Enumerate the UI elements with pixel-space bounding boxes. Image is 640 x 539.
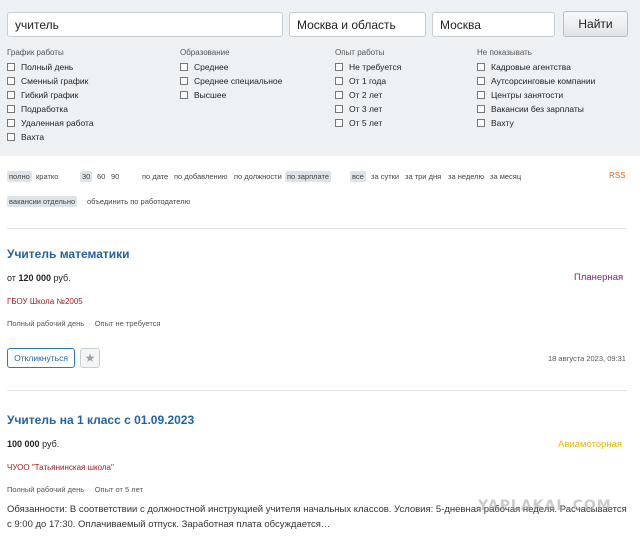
filter-checkbox[interactable]: Вахта xyxy=(7,130,94,144)
vacancy-meta: Полный рабочий день · Опыт не требуется xyxy=(7,319,161,328)
watermark: YAPLAKAL.COM xyxy=(478,498,612,514)
sort-by-date[interactable]: по дате xyxy=(140,171,170,182)
vacancy-date: 18 августа 2023, 09:31 xyxy=(548,354,626,363)
checkbox-icon[interactable] xyxy=(477,119,485,127)
filter-checkbox[interactable]: Среднее xyxy=(180,60,282,74)
checkbox-icon[interactable] xyxy=(477,91,485,99)
filter-checkbox[interactable]: Вакансии без зарплаты xyxy=(477,102,595,116)
period-day[interactable]: за сутки xyxy=(369,171,401,182)
filter-title: Опыт работы xyxy=(335,48,385,57)
sort-by-position[interactable]: по должности xyxy=(232,171,284,182)
vacancy-meta: Полный рабочий день · Опыт от 5 лет xyxy=(7,485,144,494)
checkbox-icon[interactable] xyxy=(7,105,15,113)
option-per-page-60[interactable]: 60 xyxy=(95,171,107,182)
group-separate[interactable]: вакансии отдельно xyxy=(7,196,78,207)
checkbox-icon[interactable] xyxy=(477,77,485,85)
option-full[interactable]: полно xyxy=(7,171,32,182)
checkbox-icon[interactable] xyxy=(180,91,188,99)
filter-checkbox[interactable]: От 3 лет xyxy=(335,102,401,116)
filter-checkbox[interactable]: Среднее специальное xyxy=(180,74,282,88)
checkbox-icon[interactable] xyxy=(335,105,343,113)
filter-checkbox[interactable]: Сменный график xyxy=(7,74,94,88)
filter-checkbox[interactable]: Гибкий график xyxy=(7,88,94,102)
filter-checkbox[interactable]: Вахту xyxy=(477,116,595,130)
vacancy-title-link[interactable]: Учитель на 1 класс с 01.09.2023 xyxy=(7,413,194,427)
checkbox-icon[interactable] xyxy=(7,91,15,99)
filter-title: График работы xyxy=(7,48,64,57)
checkbox-icon[interactable] xyxy=(7,119,15,127)
filter-checkbox[interactable]: Не требуется xyxy=(335,60,401,74)
checkbox-icon[interactable] xyxy=(335,91,343,99)
vacancy-salary: 100 000 руб. xyxy=(7,439,60,449)
filter-checkbox[interactable]: Аутсорсинговые компании xyxy=(477,74,595,88)
divider xyxy=(7,228,627,229)
filter-checkbox[interactable]: Кадровые агентства xyxy=(477,60,595,74)
checkbox-icon[interactable] xyxy=(335,63,343,71)
period-month[interactable]: за месяц xyxy=(488,171,523,182)
option-per-page-90[interactable]: 90 xyxy=(109,171,121,182)
region-input[interactable] xyxy=(289,12,426,37)
filter-group-schedule: График работы Полный день Сменный график… xyxy=(7,48,94,144)
filter-checkbox[interactable]: Удаленная работа xyxy=(7,116,94,130)
star-icon: ★ xyxy=(84,351,96,365)
filter-group-hide: Не показывать Кадровые агентства Аутсорс… xyxy=(477,48,595,130)
checkbox-icon[interactable] xyxy=(180,63,188,71)
grouping-options: вакансии отдельно объединить по работода… xyxy=(7,196,307,207)
divider xyxy=(7,390,627,391)
group-by-employer[interactable]: объединить по работодателю xyxy=(85,196,192,207)
filter-checkbox[interactable]: От 5 лет xyxy=(335,116,401,130)
sort-by-added[interactable]: по добавлению xyxy=(172,171,229,182)
find-button[interactable]: Найти xyxy=(563,11,628,37)
filter-checkbox[interactable]: Центры занятости xyxy=(477,88,595,102)
metro-station: Планерная xyxy=(574,272,624,283)
checkbox-icon[interactable] xyxy=(335,77,343,85)
filter-group-experience: Опыт работы Не требуется От 1 года От 2 … xyxy=(335,48,401,130)
checkbox-icon[interactable] xyxy=(7,77,15,85)
sort-by-salary[interactable]: по зарплате xyxy=(285,171,332,182)
period-three-days[interactable]: за три дня xyxy=(403,171,443,182)
period-week[interactable]: за неделю xyxy=(446,171,486,182)
checkbox-icon[interactable] xyxy=(477,105,485,113)
period-all[interactable]: все xyxy=(350,171,366,182)
checkbox-icon[interactable] xyxy=(7,133,15,141)
favorite-button[interactable]: ★ xyxy=(80,348,100,368)
filter-group-education: Образование Среднее Среднее специальное … xyxy=(180,48,282,102)
metro-station: Авиамоторная xyxy=(558,439,623,450)
view-options: полно кратко 30 60 90 по дате по добавле… xyxy=(7,171,607,182)
company-link[interactable]: ГБОУ Школа №2005 xyxy=(7,297,83,306)
option-brief[interactable]: кратко xyxy=(34,171,60,182)
filter-checkbox[interactable]: Высшее xyxy=(180,88,282,102)
filter-checkbox[interactable]: Полный день xyxy=(7,60,94,74)
filter-title: Не показывать xyxy=(477,48,532,57)
filter-checkbox[interactable]: От 1 года xyxy=(335,74,401,88)
search-query-input[interactable] xyxy=(7,12,283,37)
checkbox-icon[interactable] xyxy=(335,119,343,127)
respond-button[interactable]: Откликнуться xyxy=(7,348,75,368)
rss-link[interactable]: RSS xyxy=(609,171,625,180)
filter-checkbox[interactable]: Подработка xyxy=(7,102,94,116)
city-input[interactable] xyxy=(432,12,555,37)
vacancy-title-link[interactable]: Учитель математики xyxy=(7,247,130,261)
checkbox-icon[interactable] xyxy=(7,63,15,71)
checkbox-icon[interactable] xyxy=(477,63,485,71)
option-per-page-30[interactable]: 30 xyxy=(80,171,93,182)
vacancy-salary: от 120 000 руб. xyxy=(7,273,71,283)
company-link[interactable]: ЧУОО "Татьянинская школа" xyxy=(7,463,114,472)
filter-checkbox[interactable]: От 2 лет xyxy=(335,88,401,102)
checkbox-icon[interactable] xyxy=(180,77,188,85)
filter-title: Образование xyxy=(180,48,230,57)
search-panel: Найти График работы Полный день Сменный … xyxy=(0,0,640,156)
